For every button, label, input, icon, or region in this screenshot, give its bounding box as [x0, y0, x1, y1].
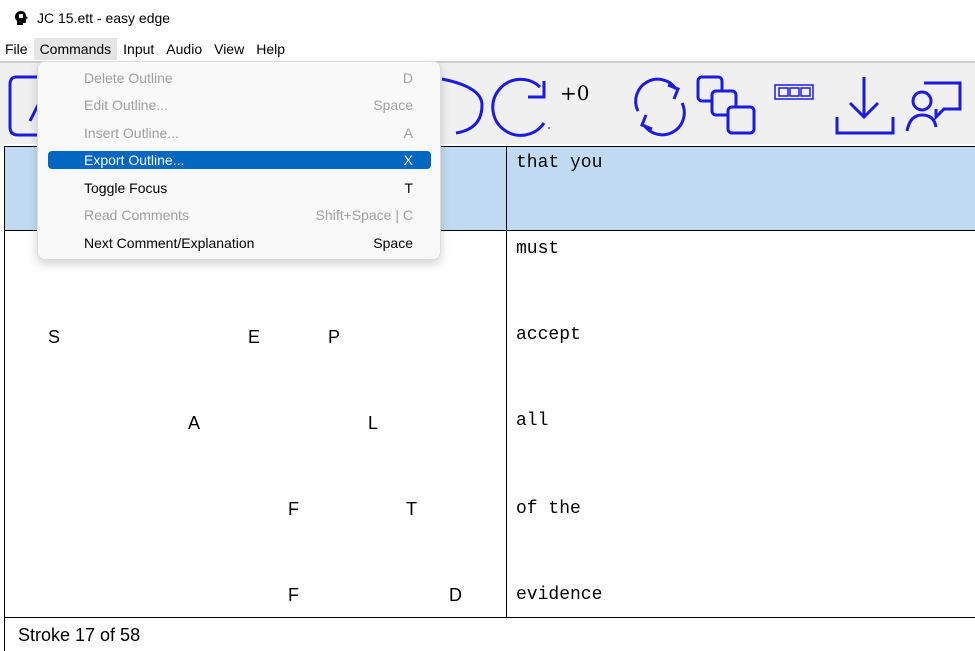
menu-item-label: Toggle Focus [84, 180, 168, 196]
toolbar-dot [548, 127, 550, 129]
translation-word[interactable]: that you [516, 153, 602, 173]
menu-item-label: Delete Outline [84, 70, 173, 86]
menu-item-label: Next Comment/Explanation [84, 235, 255, 251]
menu-item-edit-outline[interactable]: Edit Outline... Space [48, 95, 431, 115]
menu-item-next-comment[interactable]: Next Comment/Explanation Space [48, 233, 431, 253]
steno-key: E [248, 327, 261, 347]
menu-bar: File Commands Input Audio View Help [0, 37, 975, 61]
menu-item-toggle-focus[interactable]: Toggle Focus T [48, 178, 431, 198]
steno-key: S [48, 327, 61, 347]
menu-item-shortcut: Space [373, 97, 413, 113]
menu-help[interactable]: Help [250, 38, 291, 60]
steno-key: D [449, 585, 462, 605]
steno-key: T [406, 499, 417, 519]
menu-item-label: Insert Outline... [84, 125, 179, 141]
menu-item-shortcut: Shift+Space | C [315, 207, 413, 223]
stroke-counter: Stroke 17 of 58 [18, 625, 141, 645]
menu-item-shortcut: X [403, 152, 413, 168]
translation-column: that you must accept all of the evidence [507, 147, 975, 618]
steno-key: A [188, 413, 201, 433]
translation-word[interactable]: must [516, 239, 559, 259]
menu-item-shortcut: Space [373, 235, 413, 251]
commands-menu: Delete Outline D Edit Outline... Space I… [37, 61, 441, 260]
copy-windows-icon[interactable] [696, 75, 760, 137]
steno-key: F [288, 585, 299, 605]
menu-item-read-comments[interactable]: Read Comments Shift+Space | C [48, 205, 431, 225]
status-bar: Stroke 17 of 58 [4, 618, 975, 651]
steno-key: F [288, 499, 299, 519]
menu-item-export-outline[interactable]: Export Outline... X [48, 151, 431, 169]
menu-item-shortcut: A [403, 125, 413, 141]
menu-item-delete-outline[interactable]: Delete Outline D [48, 68, 431, 88]
head-icon [15, 11, 28, 25]
menu-input[interactable]: Input [117, 38, 160, 60]
sync-icon[interactable] [628, 77, 692, 137]
title-bar: JC 15.ett - easy edge [0, 0, 975, 36]
download-icon[interactable] [834, 73, 896, 137]
grid-boxes-icon[interactable] [774, 83, 816, 103]
menu-audio[interactable]: Audio [160, 38, 208, 60]
comment-person-icon[interactable] [904, 77, 966, 135]
offset-label: +0 [560, 81, 590, 105]
rotate-cw-icon[interactable] [490, 73, 554, 137]
rotate-ccw-icon[interactable] [438, 73, 488, 137]
window-title: JC 15.ett - easy edge [37, 10, 171, 26]
translation-word[interactable]: evidence [516, 585, 602, 605]
menu-item-label: Read Comments [84, 207, 190, 223]
translation-word[interactable]: accept [516, 325, 581, 345]
menu-item-insert-outline[interactable]: Insert Outline... A [48, 123, 431, 143]
menu-item-label: Edit Outline... [84, 97, 169, 113]
steno-key: P [328, 327, 341, 347]
menu-item-label: Export Outline... [84, 152, 185, 168]
menu-view[interactable]: View [208, 38, 250, 60]
translation-word[interactable]: all [516, 411, 548, 431]
translation-word[interactable]: of the [516, 499, 581, 519]
steno-key: L [368, 413, 379, 433]
menu-item-shortcut: D [402, 70, 413, 86]
menu-commands[interactable]: Commands [33, 38, 118, 60]
menu-file[interactable]: File [0, 38, 34, 60]
menu-item-shortcut: T [404, 180, 413, 196]
